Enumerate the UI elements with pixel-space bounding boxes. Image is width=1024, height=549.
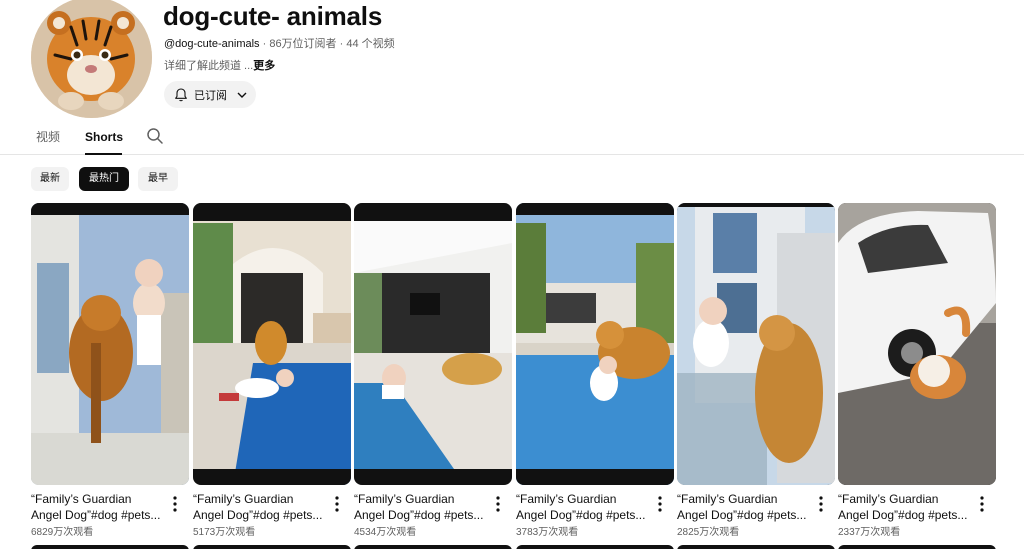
subscribed-button[interactable]: 已订阅 <box>164 81 256 108</box>
tiger-cub-avatar-image <box>31 0 152 118</box>
more-options-icon[interactable] <box>332 495 342 513</box>
more-options-icon[interactable] <box>170 495 180 513</box>
dog-baby-modern-house-thumbnail <box>354 203 512 485</box>
chevron-down-icon <box>237 92 247 98</box>
active-tab-indicator <box>85 153 122 155</box>
short-title[interactable]: “Family’s Guardian Angel Dog”#dog #pets.… <box>193 491 325 524</box>
chip-oldest[interactable]: 最早 <box>138 167 178 191</box>
next-row-thumbnail[interactable] <box>516 545 674 549</box>
dog-baby-balcony-thumbnail <box>31 203 189 485</box>
tab-shorts[interactable]: Shorts <box>85 129 123 145</box>
short-title[interactable]: “Family’s Guardian Angel Dog”#dog #pets.… <box>838 491 970 524</box>
short-card[interactable]: “Family’s Guardian Angel Dog”#dog #pets.… <box>516 203 674 538</box>
description-text: 详细了解此频道 ... <box>164 60 254 72</box>
chip-popular[interactable]: 最热门 <box>79 167 129 191</box>
short-thumbnail[interactable] <box>677 203 835 485</box>
dog-baby-pool-thumbnail <box>193 203 351 485</box>
next-row-thumbnail[interactable] <box>838 545 996 549</box>
short-card[interactable]: “Family’s Guardian Angel Dog”#dog #pets.… <box>31 203 189 538</box>
dog-baby-pool-villa-thumbnail <box>516 203 674 485</box>
short-views: 4534万次观看 <box>354 527 417 538</box>
tab-videos[interactable]: 视频 <box>36 129 60 145</box>
short-title[interactable]: “Family’s Guardian Angel Dog”#dog #pets.… <box>354 491 486 524</box>
next-row-thumbnail[interactable] <box>354 545 512 549</box>
channel-name: dog-cute- animals <box>163 1 383 31</box>
short-card[interactable]: “Family’s Guardian Angel Dog”#dog #pets.… <box>838 203 996 538</box>
short-title[interactable]: “Family’s Guardian Angel Dog”#dog #pets.… <box>677 491 809 524</box>
short-thumbnail[interactable] <box>193 203 351 485</box>
short-views: 5173万次观看 <box>193 527 256 538</box>
dog-baby-highrise-balcony-thumbnail <box>677 203 835 485</box>
short-card[interactable]: “Family’s Guardian Angel Dog”#dog #pets.… <box>677 203 835 538</box>
channel-description[interactable]: 详细了解此频道 ...更多 <box>164 59 275 73</box>
short-thumbnail[interactable] <box>838 203 996 485</box>
more-options-icon[interactable] <box>816 495 826 513</box>
short-title[interactable]: “Family’s Guardian Angel Dog”#dog #pets.… <box>31 491 163 524</box>
short-card[interactable]: “Family’s Guardian Angel Dog”#dog #pets.… <box>193 203 351 538</box>
next-row-thumbnail[interactable] <box>193 545 351 549</box>
short-views: 3783万次观看 <box>516 527 579 538</box>
short-thumbnail[interactable] <box>31 203 189 485</box>
channel-tabs: 视频 Shorts <box>0 121 1024 155</box>
more-link[interactable]: 更多 <box>253 60 275 72</box>
chip-latest[interactable]: 最新 <box>31 167 69 191</box>
search-icon[interactable] <box>146 127 164 145</box>
more-options-icon[interactable] <box>977 495 987 513</box>
bell-icon <box>175 87 187 101</box>
shiba-car-thumbnail <box>838 203 996 485</box>
short-views: 2825万次观看 <box>677 527 740 538</box>
channel-stats: · 86万位订阅者 · 44 个视频 <box>259 38 395 50</box>
next-row-thumbnail[interactable] <box>677 545 835 549</box>
next-row-thumbnail[interactable] <box>31 545 189 549</box>
short-thumbnail[interactable] <box>354 203 512 485</box>
short-card[interactable]: “Family’s Guardian Angel Dog”#dog #pets.… <box>354 203 512 538</box>
short-views: 6829万次观看 <box>31 527 94 538</box>
more-options-icon[interactable] <box>493 495 503 513</box>
short-views: 2337万次观看 <box>838 527 901 538</box>
channel-avatar[interactable] <box>31 0 152 118</box>
channel-meta: @dog-cute-animals · 86万位订阅者 · 44 个视频 <box>164 37 395 51</box>
more-options-icon[interactable] <box>655 495 665 513</box>
short-title[interactable]: “Family’s Guardian Angel Dog”#dog #pets.… <box>516 491 648 524</box>
subscribed-label: 已订阅 <box>194 89 227 102</box>
short-thumbnail[interactable] <box>516 203 674 485</box>
channel-handle: @dog-cute-animals <box>164 38 260 50</box>
